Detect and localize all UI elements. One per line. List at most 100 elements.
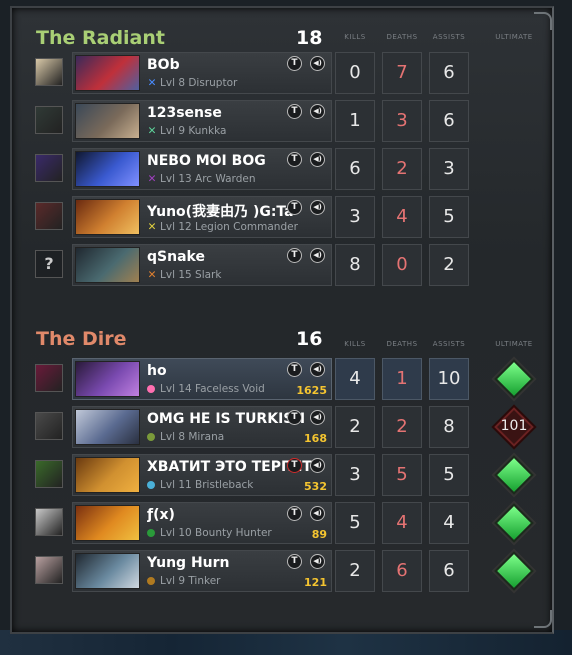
hero-portrait [75,103,140,139]
player-row[interactable]: ? qSnake ✕ Lvl 15 Slark T ◀) 8 0 2 [12,242,552,287]
mute-voice-button[interactable]: ◀) [310,458,325,473]
kills-value: 6 [335,148,375,190]
mute-text-button[interactable]: T [287,56,302,71]
player-avatar[interactable] [35,106,63,134]
player-row[interactable]: Yung Hurn Lvl 9 Tinker 121 T ◀) 2 6 6 [12,548,552,593]
assists-value: 6 [429,52,469,94]
hero-info: Lvl 8 Mirana [147,431,224,443]
mute-text-button[interactable]: T [287,506,302,521]
player-avatar[interactable] [35,460,63,488]
dire-ultimate-header: ULTIMATE [495,340,533,348]
dire-kills-header: KILLS [344,340,366,348]
player-row[interactable]: ho Lvl 14 Faceless Void 1625 T ◀) 4 1 10 [12,356,552,401]
mute-voice-button[interactable]: ◀) [310,200,325,215]
player-row[interactable]: ХВАТИТ ЭТО ТЕРПЕТЬ Lvl 11 Bristleback 532 T… [12,452,552,497]
player-card: ХВАТИТ ЭТО ТЕРПЕТЬ Lvl 11 Bristleback 532 T… [72,454,332,496]
hero-name: Legion Commander [195,221,298,233]
player-name: qSnake [147,249,205,265]
hero-info: Lvl 14 Faceless Void [147,383,265,395]
player-row[interactable]: NEBO MOI BOG ✕ Lvl 13 Arc Warden T ◀) 6 2 3 [12,146,552,191]
mute-voice-button[interactable]: ◀) [310,554,325,569]
hero-portrait [75,505,140,541]
radiant-assists-header: ASSISTS [432,33,466,41]
player-color-marker: ✕ [147,173,157,185]
mute-voice-button[interactable]: ◀) [310,152,325,167]
deaths-value: 2 [382,406,422,448]
dire-assists-header: ASSISTS [432,340,466,348]
hero-name: Kunkka [188,125,227,137]
mute-text-button[interactable]: T [287,152,302,167]
mute-voice-button[interactable]: ◀) [310,410,325,425]
dire-team-score: 16 [296,328,323,350]
mute-text-button[interactable]: T [287,104,302,119]
hero-level: Lvl 9 [160,125,185,137]
mute-text-button[interactable]: T [287,554,302,569]
hero-info: ✕ Lvl 13 Arc Warden [147,173,256,185]
hero-portrait [75,457,140,493]
gold-amount: 168 [304,432,327,445]
scoreboard-panel: The Radiant 18 KILLS DEATHS ASSISTS ULTI… [10,6,554,634]
deaths-value: 3 [382,100,422,142]
player-card: Yuno(我妻由乃 )G:Ta ✕ Lvl 12 Legion Commander T… [72,196,332,238]
player-avatar[interactable] [35,412,63,440]
hero-name: Disruptor [188,77,238,89]
hero-name: Mirana [188,431,225,443]
kills-value: 4 [335,358,375,400]
player-avatar[interactable]: ? [35,250,63,278]
player-avatar[interactable] [35,364,63,392]
hero-info: ✕ Lvl 9 Kunkka [147,125,227,137]
deaths-value: 6 [382,550,422,592]
mute-text-button[interactable]: T [287,410,302,425]
mute-text-button[interactable]: T [287,248,302,263]
player-row[interactable]: Yuno(我妻由乃 )G:Ta ✕ Lvl 12 Legion Commander T… [12,194,552,239]
assists-value: 8 [429,406,469,448]
mute-text-button[interactable]: T [287,200,302,215]
player-row[interactable]: ƒ(x) Lvl 10 Bounty Hunter 89 T ◀) 5 4 4 [12,500,552,545]
dire-team-title: The Dire [36,328,127,350]
player-card: 123sense ✕ Lvl 9 Kunkka T ◀) [72,100,332,142]
hero-portrait [75,361,140,397]
mute-voice-button[interactable]: ◀) [310,248,325,263]
assists-value: 4 [429,502,469,544]
player-row[interactable]: OMG HE IS TURKISH Lvl 8 Mirana 168 T ◀) 2 2 8 10… [12,404,552,449]
player-color-marker [147,433,155,441]
player-avatar[interactable] [35,556,63,584]
hero-portrait [75,151,140,187]
kills-value: 5 [335,502,375,544]
mute-text-button[interactable]: T [287,362,302,377]
ultimate-ready-icon [494,503,534,543]
hero-name: Slark [195,269,222,281]
mute-voice-button[interactable]: ◀) [310,506,325,521]
player-row[interactable]: BOb ✕ Lvl 8 Disruptor T ◀) 0 7 6 [12,50,552,95]
player-name: ho [147,363,167,379]
deaths-value: 7 [382,52,422,94]
hero-portrait [75,55,140,91]
player-color-marker: ✕ [147,77,157,89]
hero-level: Lvl 14 [160,383,192,395]
player-avatar[interactable] [35,508,63,536]
mute-text-button[interactable]: T [287,458,302,473]
player-avatar[interactable] [35,202,63,230]
radiant-kills-header: KILLS [344,33,366,41]
panel-corner-ornament [534,12,552,30]
assists-value: 5 [429,454,469,496]
deaths-value: 2 [382,148,422,190]
hero-portrait [75,409,140,445]
player-color-marker [147,577,155,585]
player-avatar[interactable] [35,154,63,182]
mute-voice-button[interactable]: ◀) [310,362,325,377]
hero-info: Lvl 10 Bounty Hunter [147,527,272,539]
player-avatar[interactable] [35,58,63,86]
mute-voice-button[interactable]: ◀) [310,104,325,119]
player-card: Yung Hurn Lvl 9 Tinker 121 T ◀) [72,550,332,592]
player-color-marker: ✕ [147,125,157,137]
player-row[interactable]: 123sense ✕ Lvl 9 Kunkka T ◀) 1 3 6 [12,98,552,143]
hero-name: Tinker [188,575,221,587]
player-card: OMG HE IS TURKISH Lvl 8 Mirana 168 T ◀) [72,406,332,448]
kills-value: 3 [335,454,375,496]
radiant-team-score: 18 [296,27,323,49]
assists-value: 10 [429,358,469,400]
mute-voice-button[interactable]: ◀) [310,56,325,71]
player-color-marker: ✕ [147,269,157,281]
hero-level: Lvl 8 [160,77,185,89]
